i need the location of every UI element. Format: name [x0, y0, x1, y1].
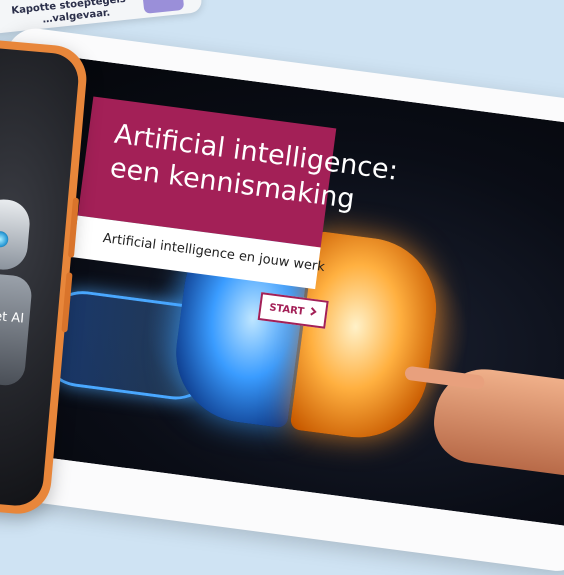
start-button-label: START [268, 301, 305, 318]
robot-body-image [0, 271, 34, 387]
notification-accent [140, 0, 185, 14]
phone-caption: met AI [0, 307, 25, 327]
chevron-right-icon [309, 307, 318, 320]
course-title: Artificial intelligence: een kennismakin… [108, 118, 400, 223]
course-hero-screen: Artificial intelligence: een kennismakin… [0, 51, 564, 530]
tablet-device: Artificial intelligence: een kennismakin… [0, 25, 564, 575]
